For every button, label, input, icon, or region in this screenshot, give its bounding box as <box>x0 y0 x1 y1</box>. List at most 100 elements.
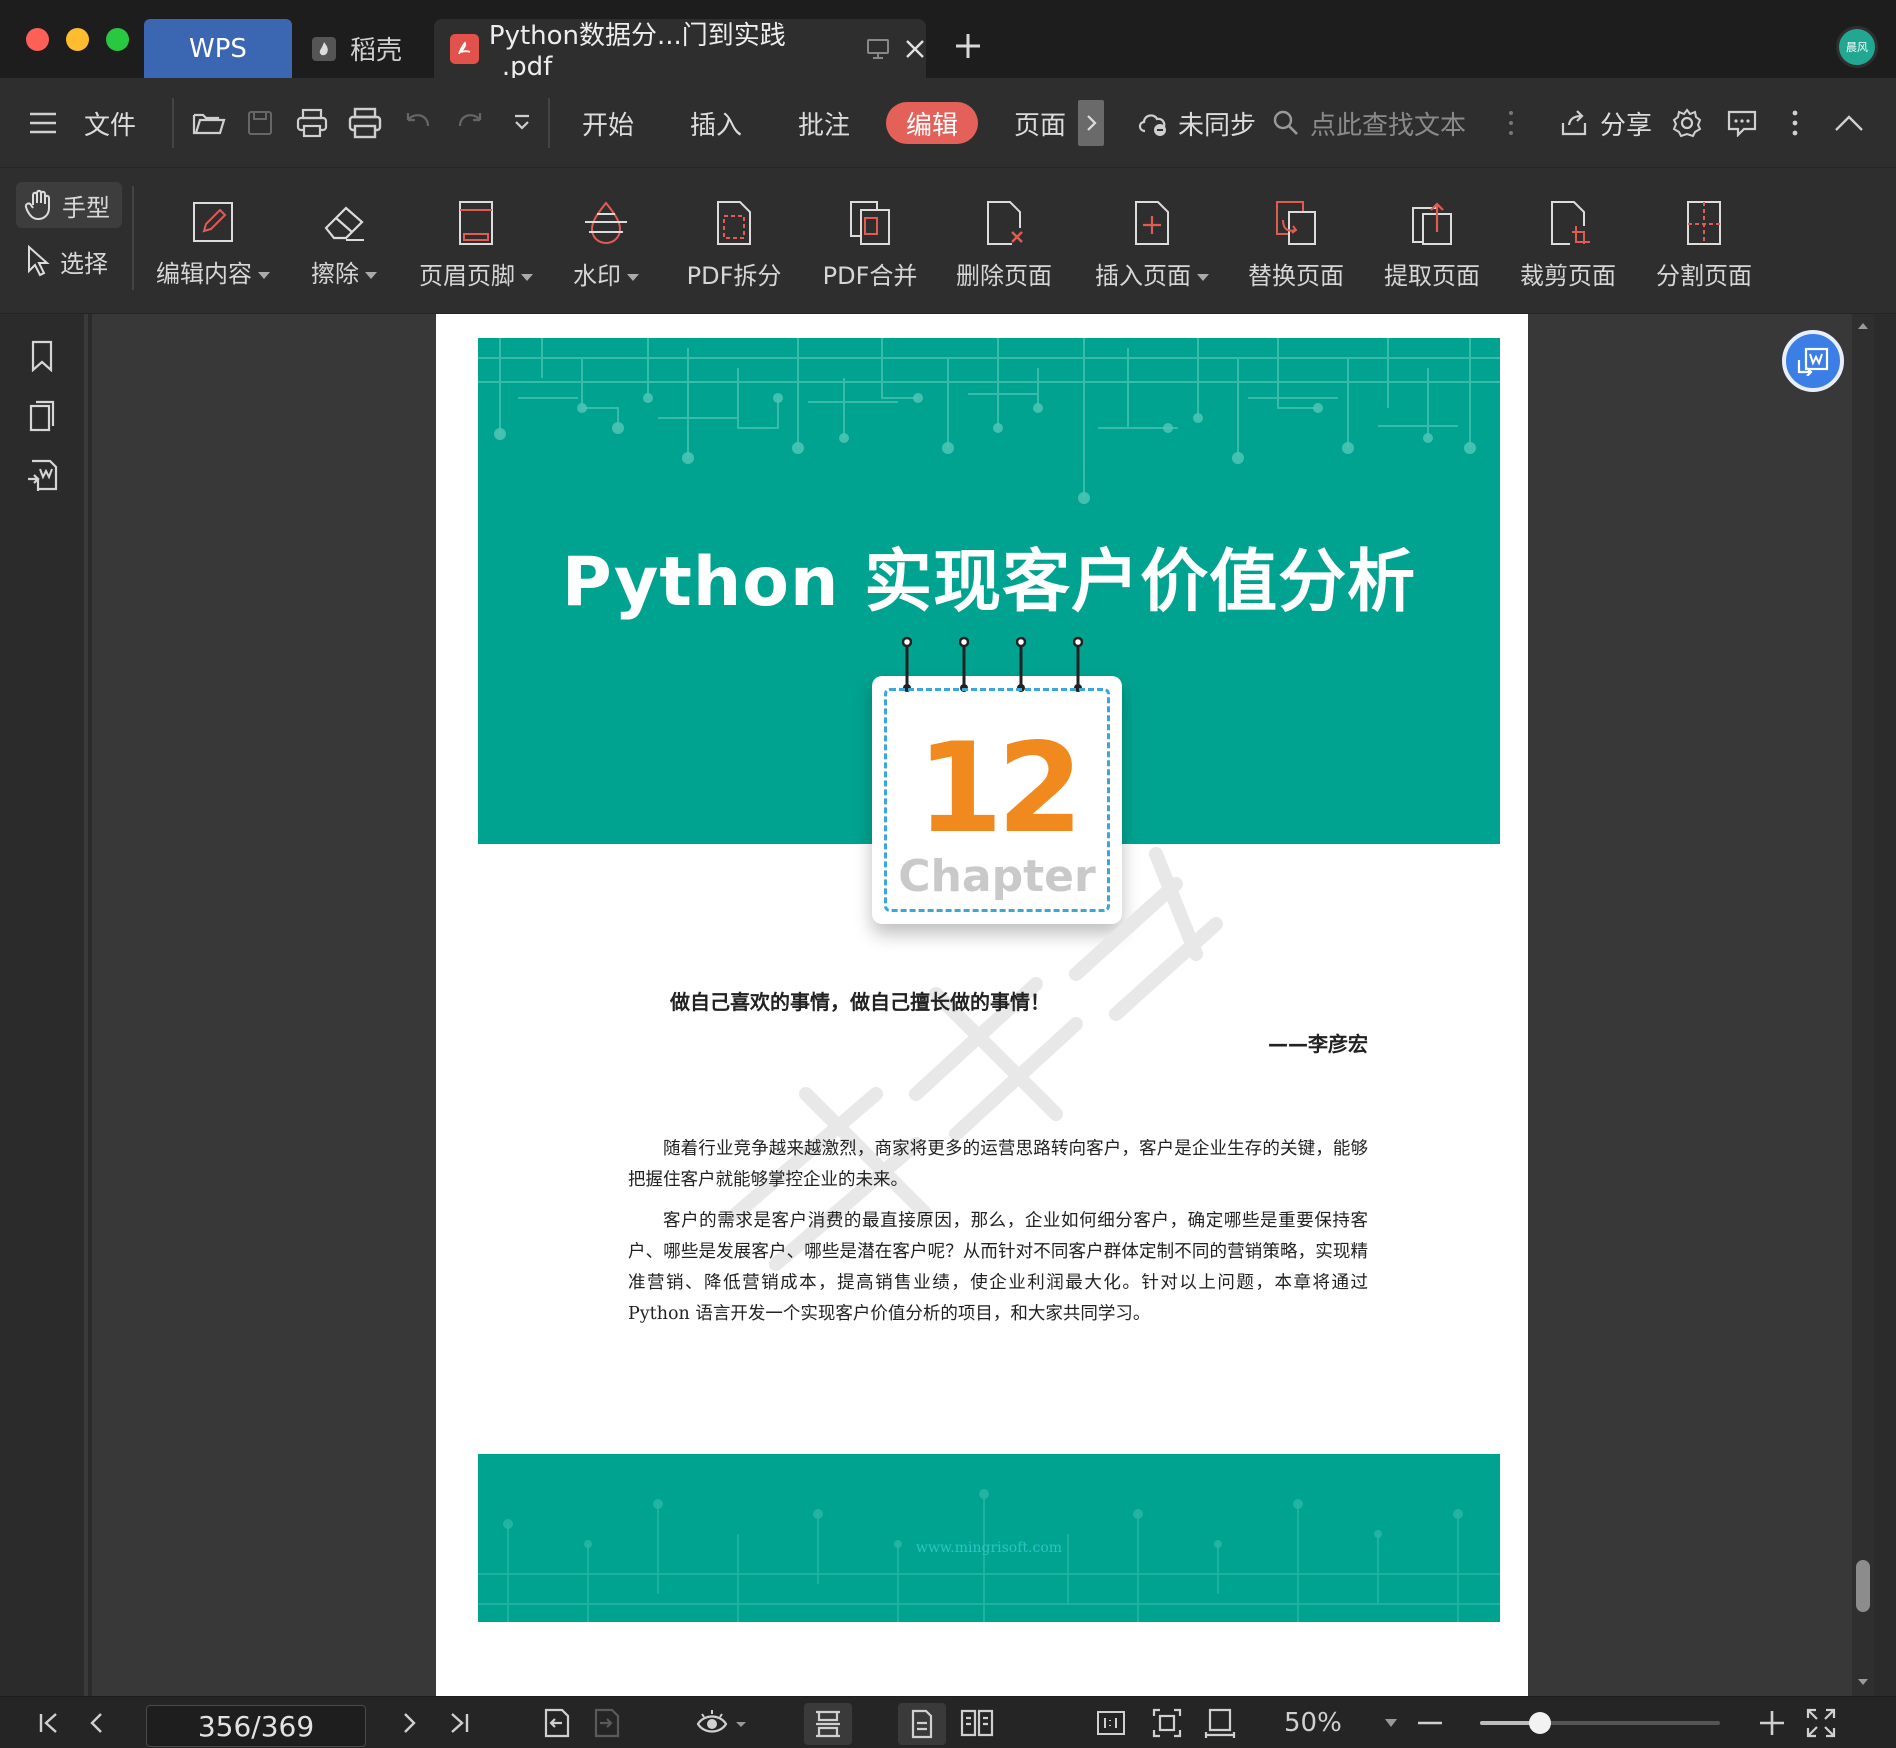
split-page-button[interactable]: 分割页面 <box>1650 182 1758 302</box>
avatar[interactable]: 晨风 <box>1836 26 1878 68</box>
pdf-split-button[interactable]: PDF拆分 <box>680 182 788 302</box>
settings-gear-icon[interactable] <box>1672 78 1702 168</box>
search-icon[interactable] <box>1272 78 1300 168</box>
watermark-button[interactable]: 水印 <box>566 182 646 302</box>
page-number-input[interactable]: 356/369 <box>146 1705 366 1747</box>
more-tabs-chevron-icon[interactable] <box>1078 100 1104 146</box>
new-tab-icon[interactable] <box>954 32 982 60</box>
continuous-scroll-icon[interactable] <box>804 1703 852 1745</box>
forward-view-icon[interactable] <box>592 1697 620 1748</box>
file-menu[interactable]: 文件 <box>84 78 136 168</box>
watermark-icon <box>585 201 627 245</box>
comment-icon[interactable] <box>1726 78 1758 168</box>
zoom-dropdown-icon[interactable] <box>1384 1697 1398 1748</box>
open-folder-icon[interactable] <box>192 78 226 168</box>
thumbnails-icon[interactable] <box>24 396 60 436</box>
delete-page-button[interactable]: 删除页面 <box>950 182 1058 302</box>
back-view-icon[interactable] <box>542 1697 570 1748</box>
extract-page-button[interactable]: 提取页面 <box>1378 182 1486 302</box>
eye-protection-icon[interactable] <box>696 1697 748 1748</box>
convert-to-word-button[interactable] <box>1782 330 1844 392</box>
tab-annotate[interactable]: 批注 <box>798 78 850 168</box>
tab-insert[interactable]: 插入 <box>690 78 742 168</box>
header-footer-icon <box>459 201 493 245</box>
zoom-out-icon[interactable] <box>1418 1697 1442 1748</box>
share-icon[interactable] <box>1560 78 1588 168</box>
pdf-split-label: PDF拆分 <box>686 262 782 290</box>
edit-content-button[interactable]: 编辑内容 <box>156 182 270 302</box>
print-preview-icon[interactable] <box>348 78 382 168</box>
hamburger-menu-icon[interactable] <box>28 78 58 168</box>
tab-start[interactable]: 开始 <box>582 78 634 168</box>
vertical-scrollbar[interactable] <box>1852 314 1874 1696</box>
insert-page-icon <box>1135 201 1169 245</box>
search-input[interactable]: 点此查找文本 <box>1310 78 1466 168</box>
header-footer-button[interactable]: 页眉页脚 <box>414 182 538 302</box>
last-page-icon[interactable] <box>448 1697 470 1748</box>
insert-page-button[interactable]: 插入页面 <box>1088 182 1216 302</box>
actual-size-icon[interactable] <box>1096 1697 1126 1748</box>
close-tab-icon[interactable] <box>904 38 926 60</box>
screen-icon[interactable] <box>866 38 890 60</box>
tab-pdf-document[interactable]: Python数据分...门到实践_.pdf <box>434 19 926 82</box>
two-page-icon[interactable] <box>960 1697 994 1748</box>
fit-page-icon[interactable] <box>1152 1697 1182 1748</box>
customize-toolbar-icon[interactable] <box>512 78 532 168</box>
select-tool[interactable]: 选择 <box>16 238 122 284</box>
pdf-split-icon <box>717 201 751 245</box>
undo-icon[interactable] <box>404 78 432 168</box>
maximize-window-button[interactable] <box>106 28 129 51</box>
print-icon[interactable] <box>296 78 328 168</box>
paragraph: 客户的需求是客户消费的最直接原因，那么，企业如何细分客户，确定哪些是重要保持客户… <box>628 1211 1368 1324</box>
first-page-icon[interactable] <box>38 1697 60 1748</box>
erase-button[interactable]: 擦除 <box>304 182 384 302</box>
document-canvas[interactable]: Python 实现客户价值分析 12 Chapter 做自己喜欢的事情，做自己擅… <box>92 314 1874 1696</box>
minimize-window-button[interactable] <box>66 28 89 51</box>
divider <box>548 98 550 148</box>
crop-page-button[interactable]: 裁剪页面 <box>1514 182 1622 302</box>
replace-page-label: 替换页面 <box>1248 262 1344 290</box>
zoom-in-icon[interactable] <box>1760 1697 1784 1748</box>
single-page-icon[interactable] <box>898 1703 946 1745</box>
tab-wps[interactable]: WPS <box>144 19 292 78</box>
tab-daoke-label: 稻壳 <box>350 36 403 66</box>
more-options-icon[interactable] <box>1792 78 1798 168</box>
share-button[interactable]: 分享 <box>1600 78 1652 168</box>
left-sidebar <box>0 314 88 1696</box>
next-page-icon[interactable] <box>402 1697 418 1748</box>
select-tool-label: 选择 <box>60 249 108 278</box>
zoom-slider[interactable] <box>1480 1712 1720 1734</box>
tab-daoke[interactable]: 稻壳 <box>300 19 428 78</box>
bookmark-icon[interactable] <box>24 336 60 376</box>
crop-page-label: 裁剪页面 <box>1520 262 1616 290</box>
save-icon[interactable] <box>246 78 274 168</box>
crop-page-icon <box>1551 201 1590 245</box>
collapse-ribbon-icon[interactable] <box>1834 78 1864 168</box>
edit-content-label: 编辑内容 <box>156 260 252 288</box>
annotation-list-icon[interactable] <box>24 456 60 496</box>
scrollbar-thumb[interactable] <box>1856 1560 1870 1612</box>
zoom-slider-knob[interactable] <box>1529 1712 1551 1734</box>
previous-page-icon[interactable] <box>88 1697 104 1748</box>
header-footer-label: 页眉页脚 <box>419 262 515 290</box>
close-window-button[interactable] <box>26 28 49 51</box>
cloud-sync-icon[interactable] <box>1136 78 1170 168</box>
title-bar: WPS 稻壳 Python数据分...门到实践_.pdf 晨风 <box>0 0 1896 82</box>
tab-page[interactable]: 页面 <box>1014 78 1066 168</box>
redo-icon[interactable] <box>456 78 484 168</box>
scroll-down-arrow-icon[interactable] <box>1857 1678 1869 1686</box>
footer-banner: www.mingrisoft.com <box>478 1454 1500 1622</box>
more-vertical-dots-icon[interactable] <box>1508 78 1514 168</box>
sync-status[interactable]: 未同步 <box>1178 78 1256 168</box>
zoom-level[interactable]: 50% <box>1284 1697 1342 1748</box>
pdf-merge-button[interactable]: PDF合并 <box>816 182 924 302</box>
split-page-label: 分割页面 <box>1656 262 1752 290</box>
hand-tool[interactable]: 手型 <box>16 182 122 228</box>
calendar-ring-icon <box>1073 636 1083 692</box>
fullscreen-icon[interactable] <box>1806 1697 1836 1748</box>
paragraph: 随着行业竞争越来越激烈，商家将更多的运营思路转向客户，客户是企业生存的关键，能够… <box>628 1139 1368 1190</box>
replace-page-button[interactable]: 替换页面 <box>1242 182 1350 302</box>
fit-width-icon[interactable] <box>1204 1697 1236 1748</box>
tab-edit[interactable]: 编辑 <box>886 102 979 144</box>
scroll-up-arrow-icon[interactable] <box>1857 322 1869 330</box>
